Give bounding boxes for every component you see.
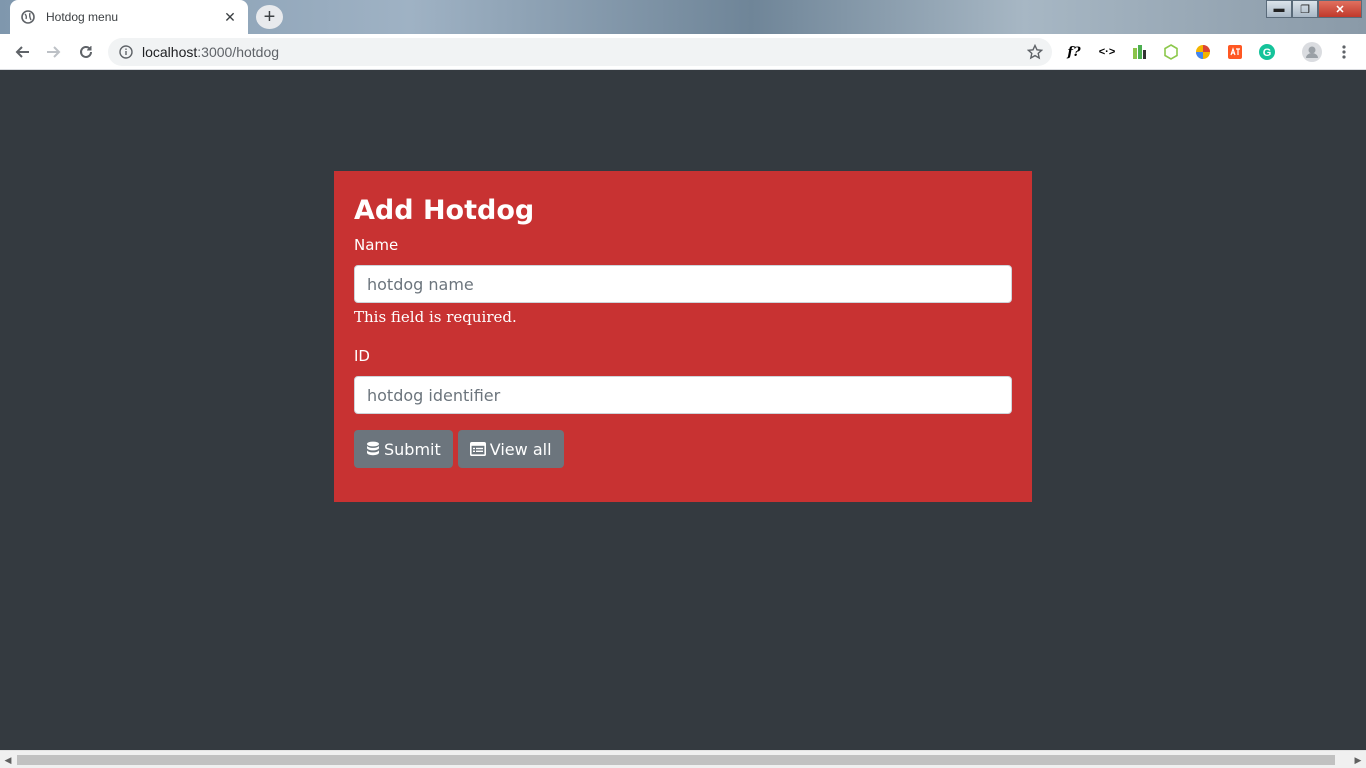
- forward-icon[interactable]: [44, 42, 64, 62]
- scrollbar-thumb[interactable]: [17, 755, 1335, 765]
- tab-close-icon[interactable]: ✕: [222, 9, 238, 26]
- extension-fonts-icon[interactable]: f?: [1064, 42, 1084, 62]
- minimize-button[interactable]: ▬: [1266, 0, 1292, 18]
- tab-title: Hotdog menu: [46, 10, 119, 24]
- horizontal-scrollbar[interactable]: ◀ ▶: [0, 750, 1366, 768]
- extension-code-icon[interactable]: <·>: [1097, 42, 1117, 62]
- extension-node-icon[interactable]: [1161, 42, 1181, 62]
- id-input[interactable]: [354, 376, 1012, 414]
- scroll-left-icon[interactable]: ◀: [2, 754, 14, 766]
- submit-button[interactable]: Submit: [354, 430, 453, 468]
- submit-label: Submit: [384, 439, 441, 459]
- bookmark-star-icon[interactable]: [1026, 43, 1044, 61]
- close-window-button[interactable]: ✕: [1318, 0, 1362, 18]
- form-actions: Submit View all: [354, 430, 1012, 468]
- form-title: Add Hotdog: [354, 195, 535, 226]
- list-alt-icon: [469, 442, 486, 456]
- extension-translate-icon[interactable]: [1225, 42, 1245, 62]
- scroll-right-icon[interactable]: ▶: [1352, 754, 1364, 766]
- menu-kebab-icon[interactable]: [1334, 42, 1354, 62]
- name-error-message: This field is required.: [354, 308, 517, 326]
- name-label: Name: [354, 236, 399, 254]
- name-input[interactable]: [354, 265, 1012, 303]
- new-tab-button[interactable]: +: [256, 5, 283, 29]
- browser-tab[interactable]: Hotdog menu ✕: [10, 0, 248, 34]
- back-icon[interactable]: [12, 42, 32, 62]
- info-icon[interactable]: [118, 44, 134, 60]
- browser-titlebar: Hotdog menu ✕ + ▬ ❐ ✕: [0, 0, 1366, 34]
- url-host: localhost: [142, 44, 198, 60]
- maximize-button[interactable]: ❐: [1292, 0, 1318, 18]
- grammarly-letter: G: [1263, 47, 1272, 59]
- database-icon: [366, 441, 380, 457]
- extension-color-icon[interactable]: [1193, 42, 1213, 62]
- address-bar[interactable]: localhost:3000/hotdog: [108, 38, 1052, 66]
- view-all-label: View all: [489, 439, 552, 459]
- browser-toolbar: localhost:3000/hotdog f? <·> G: [0, 34, 1366, 70]
- view-all-button[interactable]: View all: [457, 430, 564, 468]
- window-controls: ▬ ❐ ✕: [1266, 0, 1362, 18]
- url-path: :3000/hotdog: [197, 44, 280, 60]
- reload-icon[interactable]: [76, 42, 96, 62]
- profile-avatar-icon[interactable]: [1301, 41, 1323, 63]
- globe-icon: [20, 9, 36, 25]
- extension-grammarly-icon[interactable]: G: [1257, 42, 1277, 62]
- id-label: ID: [354, 347, 370, 365]
- add-hotdog-form: Add Hotdog Name This field is required. …: [334, 171, 1032, 502]
- extension-green-icon[interactable]: [1129, 42, 1149, 62]
